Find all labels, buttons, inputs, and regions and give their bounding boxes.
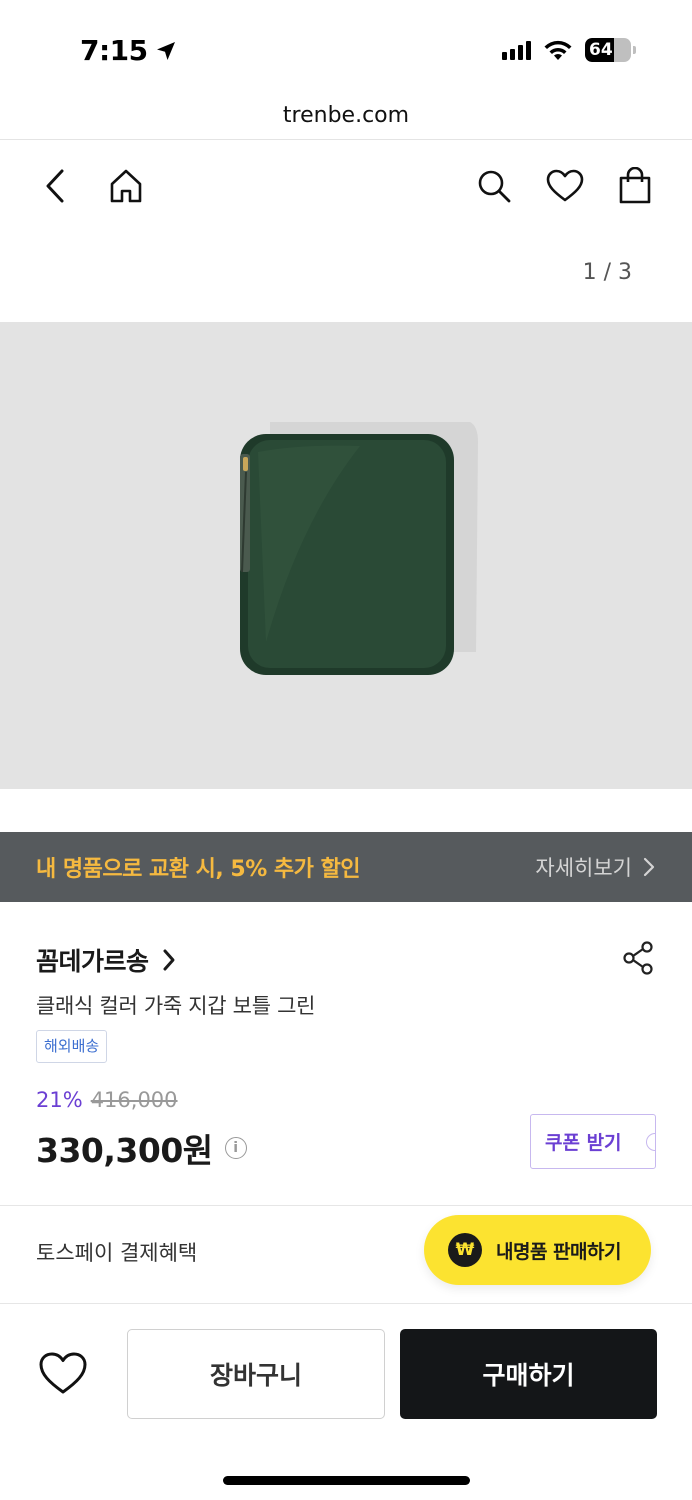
image-counter: 1 / 3	[582, 260, 632, 285]
shopping-bag-icon	[619, 167, 651, 204]
discount-row: 21% 416,000	[36, 1088, 178, 1112]
share-button[interactable]	[622, 940, 654, 976]
tosspay-benefits[interactable]: 토스페이 결제혜택	[36, 1237, 197, 1267]
status-bar: 7:15 64	[0, 0, 692, 100]
clock-text: 7:15	[80, 34, 148, 67]
home-indicator	[223, 1476, 470, 1485]
buy-now-button[interactable]: 구매하기	[400, 1329, 657, 1419]
chevron-left-icon	[46, 169, 64, 203]
location-arrow-icon	[156, 41, 175, 60]
battery-icon: 64	[585, 38, 631, 62]
coupon-label: 쿠폰 받기	[545, 1132, 622, 1154]
url-bar[interactable]: trenbe.com	[0, 96, 692, 140]
share-icon	[623, 941, 653, 975]
info-icon[interactable]: i	[224, 1137, 247, 1159]
home-button[interactable]	[104, 164, 148, 208]
status-time: 7:15	[80, 34, 178, 67]
sale-price: 330,300원	[36, 1131, 213, 1170]
sell-label: 내명품 판매하기	[496, 1240, 621, 1263]
wishlist-button[interactable]	[543, 164, 587, 208]
search-button[interactable]	[472, 164, 516, 208]
overseas-shipping-tag: 해외배송	[36, 1030, 108, 1063]
shopping-bag-button[interactable]	[613, 164, 657, 208]
won-icon: ₩	[448, 1233, 482, 1267]
status-indicators: 64	[502, 38, 636, 62]
discount-rate: 21%	[36, 1088, 83, 1112]
like-button[interactable]	[36, 1346, 90, 1400]
heart-icon	[546, 169, 584, 202]
chevron-right-icon	[643, 857, 655, 877]
divider	[0, 1205, 692, 1206]
search-icon	[478, 170, 511, 203]
price-row: 330,300원 i	[36, 1124, 247, 1172]
top-nav	[0, 160, 692, 212]
add-to-cart-button[interactable]: 장바구니	[127, 1329, 385, 1419]
promo-link-label: 자세히보기	[535, 856, 632, 880]
product-image[interactable]	[0, 322, 692, 789]
promo-detail-link[interactable]: 자세히보기	[535, 852, 656, 882]
coupon-button[interactable]: 쿠폰 받기	[530, 1114, 656, 1169]
home-icon	[110, 169, 142, 203]
promo-banner[interactable]: 내 명품으로 교환 시, 5% 추가 할인 자세히보기	[0, 832, 692, 902]
brand-name: 꼼데가르송	[36, 947, 149, 976]
wifi-icon	[544, 40, 572, 60]
coupon-notch	[646, 1133, 655, 1151]
original-price: 416,000	[90, 1088, 178, 1112]
brand-link[interactable]: 꼼데가르송	[36, 942, 177, 978]
wallet-image	[240, 422, 478, 675]
bottom-action-bar: 장바구니 구매하기	[0, 1303, 692, 1443]
cellular-signal-icon	[502, 40, 531, 60]
chevron-right-icon	[163, 949, 175, 971]
back-button[interactable]	[34, 164, 78, 208]
battery-percent: 64	[589, 40, 613, 60]
sell-my-luxury-button[interactable]: ₩ 내명품 판매하기	[424, 1215, 651, 1285]
promo-text: 내 명품으로 교환 시, 5% 추가 할인	[36, 857, 361, 882]
product-name: 클래식 컬러 가죽 지갑 보틀 그린	[36, 994, 316, 1018]
heart-icon	[39, 1352, 87, 1394]
